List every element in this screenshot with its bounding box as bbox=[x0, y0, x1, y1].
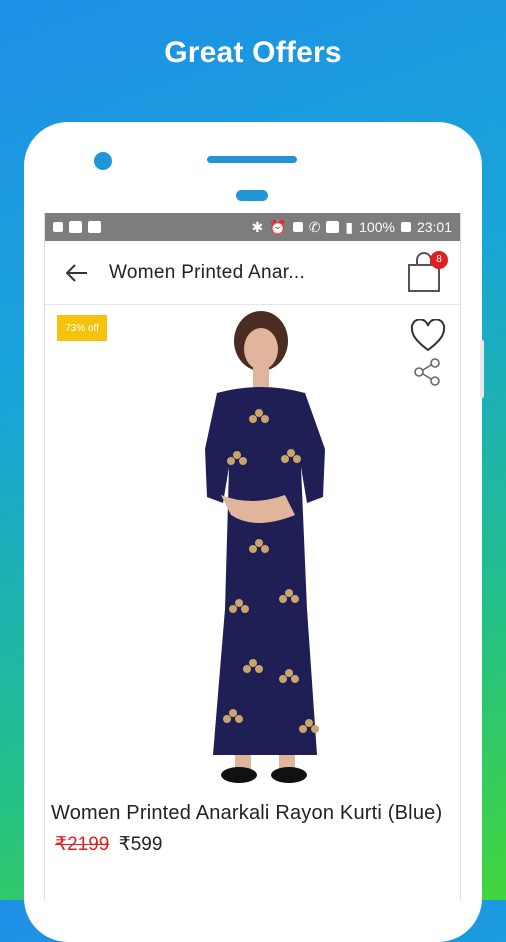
price-row: ₹2199 ₹599 bbox=[45, 827, 460, 862]
bluetooth-icon: ✱ bbox=[251, 218, 264, 235]
heart-icon[interactable] bbox=[410, 319, 446, 353]
lte-signal-icon bbox=[326, 221, 340, 233]
message-icon bbox=[69, 221, 82, 233]
original-price: ₹2199 bbox=[55, 834, 110, 855]
battery-icon bbox=[400, 222, 411, 232]
wifi-signal-icon: ▮ bbox=[345, 218, 354, 235]
cart-button[interactable]: 8 bbox=[404, 251, 448, 295]
discount-badge: 73% off bbox=[57, 315, 107, 341]
phone-side-button bbox=[480, 340, 484, 398]
app-bar: Women Printed Anar... 8 bbox=[45, 241, 460, 305]
sim-icon bbox=[53, 222, 63, 232]
volte-icon bbox=[292, 222, 303, 232]
back-button[interactable] bbox=[45, 241, 109, 305]
page-title: Women Printed Anar... bbox=[109, 261, 306, 283]
alarm-icon: ⏰ bbox=[269, 218, 287, 235]
speaker-grille bbox=[207, 156, 297, 163]
cart-count-badge: 8 bbox=[430, 251, 448, 269]
camera-icon bbox=[94, 152, 112, 170]
product-image-area: 73% off bbox=[45, 305, 460, 789]
app-screen: ✱ ⏰ ✆ ▮ 100% 23:01 Women Printed Anar...… bbox=[44, 213, 461, 900]
share-icon[interactable] bbox=[412, 357, 442, 387]
battery-level: 100% bbox=[359, 219, 395, 235]
proximity-sensor bbox=[236, 190, 268, 201]
status-bar: ✱ ⏰ ✆ ▮ 100% 23:01 bbox=[45, 213, 460, 241]
arrow-left-icon bbox=[66, 263, 87, 282]
call-icon: ✆ bbox=[308, 218, 321, 235]
status-right-icons: ✱ ⏰ ✆ ▮ 100% 23:01 bbox=[252, 219, 452, 236]
promo-title: Great Offers bbox=[164, 36, 342, 69]
product-name: Women Printed Anarkali Rayon Kurti (Blue… bbox=[51, 802, 443, 824]
status-left-icons bbox=[53, 221, 101, 233]
image-icon bbox=[88, 221, 101, 233]
sale-price: ₹599 bbox=[118, 834, 163, 855]
product-image[interactable] bbox=[155, 309, 365, 785]
clock-time: 23:01 bbox=[416, 219, 452, 235]
